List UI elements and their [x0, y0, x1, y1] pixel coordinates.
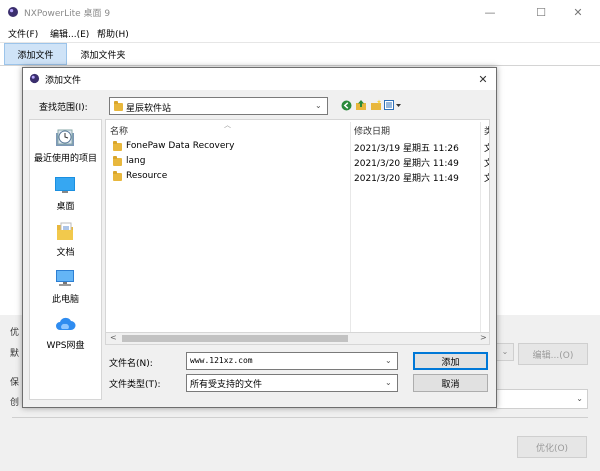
documents-icon: [54, 220, 76, 242]
optimize-profile-label: 优: [10, 328, 20, 338]
add-file-dialog: 添加文件 ✕ 查找范围(I): 星辰软件站 ⌄ 最近使用的项目 桌面 文档 此电…: [22, 67, 497, 408]
add-file-tab[interactable]: 添加文件: [4, 43, 67, 65]
file-type: 文: [484, 156, 489, 169]
place-label: 此电脑: [51, 295, 79, 305]
file-row[interactable]: lang 2021/3/20 星期六 11:49 文: [106, 154, 489, 169]
look-in-combo[interactable]: 星辰软件站 ⌄: [109, 97, 328, 115]
place-this-pc[interactable]: 此电脑: [30, 267, 101, 313]
new-folder-icon[interactable]: [370, 98, 382, 112]
wps-cloud-icon: [54, 313, 76, 335]
chevron-down-icon: ⌄: [315, 101, 322, 110]
column-header-modified[interactable]: 修改日期: [354, 124, 390, 137]
save-select-fragment[interactable]: 创: [10, 395, 19, 408]
file-name: FonePaw Data Recovery: [126, 141, 235, 151]
menu-edit[interactable]: 编辑...(E): [50, 27, 89, 40]
filename-value: www.121xz.com: [190, 356, 253, 365]
place-label: WPS网盘: [46, 341, 85, 351]
add-folder-tab[interactable]: 添加文件夹: [72, 43, 134, 65]
divider: [12, 417, 588, 418]
app-title: NXPowerLite 桌面 9: [24, 9, 111, 19]
dialog-app-icon: [29, 73, 40, 84]
filetype-label: 文件类型(T):: [109, 380, 161, 390]
filename-label: 文件名(N):: [109, 359, 153, 369]
place-recent[interactable]: 最近使用的项目: [30, 126, 101, 172]
view-menu-icon[interactable]: [384, 98, 402, 112]
scrollbar-thumb[interactable]: [122, 335, 348, 342]
file-modified: 2021/3/19 星期五 11:26: [354, 144, 459, 154]
file-list[interactable]: ︿ 名称 修改日期 类 FonePaw Data Recovery 2021/3…: [105, 119, 490, 345]
horizontal-scrollbar[interactable]: < >: [105, 332, 490, 345]
place-label: 文档: [56, 248, 75, 258]
recent-items-icon: [54, 126, 76, 148]
place-documents[interactable]: 文档: [30, 220, 101, 266]
place-label: 最近使用的项目: [33, 154, 97, 164]
column-header-type[interactable]: 类: [484, 124, 489, 137]
file-type: 文: [484, 141, 489, 154]
add-button[interactable]: 添加: [413, 352, 488, 370]
filename-input[interactable]: www.121xz.com ⌄: [186, 352, 398, 370]
file-row[interactable]: FonePaw Data Recovery 2021/3/19 星期五 11:2…: [106, 139, 489, 154]
column-header-name[interactable]: 名称: [110, 124, 128, 137]
file-row[interactable]: Resource 2021/3/20 星期六 11:49 文: [106, 169, 489, 184]
up-folder-icon[interactable]: [355, 98, 367, 112]
file-type: 文: [484, 171, 489, 184]
file-name: Resource: [126, 171, 168, 181]
folder-icon: [114, 101, 123, 111]
app-logo-icon: [7, 6, 19, 18]
chevron-down-icon: ⌄: [385, 378, 392, 387]
folder-icon: [113, 156, 122, 166]
sort-ascending-icon: ︿: [224, 121, 231, 129]
filetype-value: 所有受支持的文件: [190, 380, 263, 390]
file-name: lang: [126, 156, 146, 166]
minimize-button[interactable]: —: [468, 0, 512, 24]
profile-select-fragment[interactable]: 默: [10, 346, 19, 359]
save-dropdown-arrow[interactable]: ⌄: [496, 389, 588, 409]
scroll-left-icon[interactable]: <: [110, 333, 117, 342]
folder-icon: [113, 141, 122, 151]
desktop-icon: [54, 174, 76, 196]
file-modified: 2021/3/20 星期六 11:49: [354, 174, 459, 184]
look-in-value: 星辰软件站: [126, 104, 172, 114]
place-wps-cloud[interactable]: WPS网盘: [30, 313, 101, 359]
cancel-button[interactable]: 取消: [413, 374, 488, 392]
file-modified: 2021/3/20 星期六 11:49: [354, 159, 459, 169]
close-button[interactable]: ✕: [556, 0, 600, 24]
look-in-label: 查找范围(I):: [39, 103, 88, 113]
place-desktop[interactable]: 桌面: [30, 174, 101, 220]
this-pc-icon: [54, 267, 76, 289]
places-bar: 最近使用的项目 桌面 文档 此电脑 WPS网盘: [29, 119, 102, 400]
chevron-down-icon[interactable]: ⌄: [385, 356, 392, 365]
menu-file[interactable]: 文件(F): [8, 27, 38, 40]
place-label: 桌面: [56, 202, 75, 212]
back-icon[interactable]: [340, 98, 352, 112]
menu-help[interactable]: 帮助(H): [97, 27, 129, 40]
save-option-label: 保: [10, 378, 20, 388]
profile-dropdown-arrow[interactable]: ⌄: [496, 343, 514, 361]
edit-profile-button[interactable]: 编辑...(O): [518, 343, 588, 365]
menu-bar: [0, 24, 600, 42]
folder-icon: [113, 171, 122, 181]
dialog-title: 添加文件: [45, 76, 82, 86]
dialog-close-button[interactable]: ✕: [475, 71, 491, 87]
filetype-select[interactable]: 所有受支持的文件 ⌄: [186, 374, 398, 392]
scroll-right-icon[interactable]: >: [480, 333, 487, 342]
dialog-title-bar: [23, 68, 496, 90]
optimize-button[interactable]: 优化(O): [517, 436, 587, 458]
